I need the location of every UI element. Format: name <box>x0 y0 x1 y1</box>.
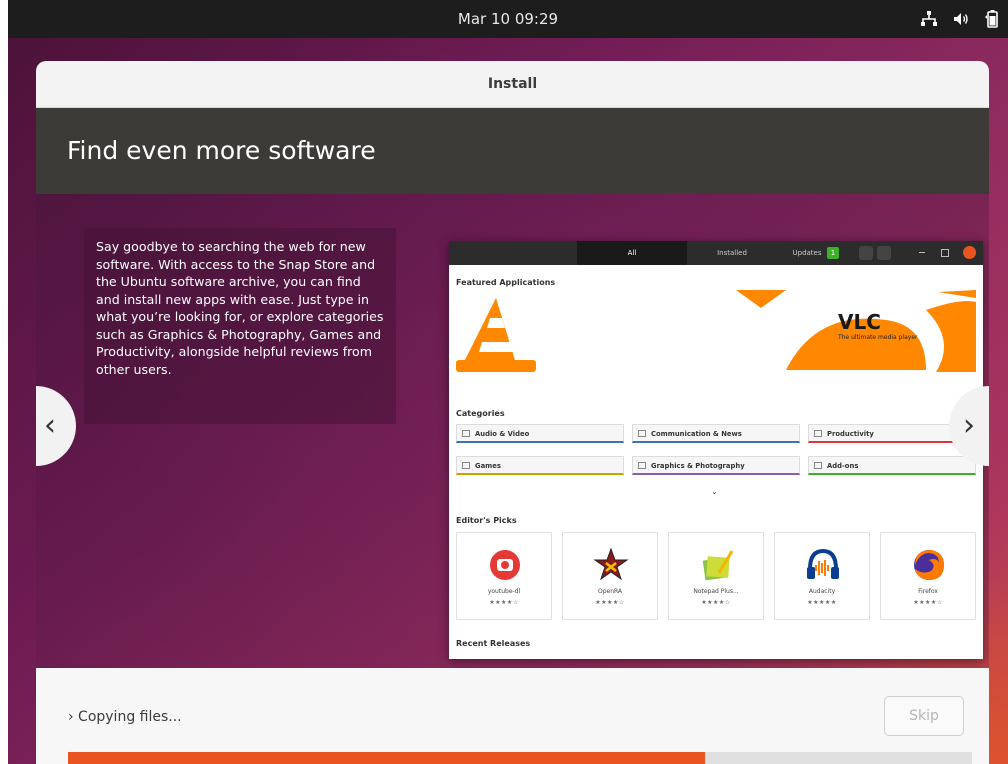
mock-editors-heading: Editor's Picks <box>456 516 517 525</box>
mock-updates-badge: 1 <box>827 247 839 259</box>
top-bar: Mar 10 09:29 <box>8 0 1008 38</box>
progress-panel: › Copying files... Skip <box>36 668 989 764</box>
software-center-screenshot: All Installed Updates 1 Featured Applica… <box>449 241 983 659</box>
mock-expand-icon: ⌄ <box>711 487 718 496</box>
mock-close-icon <box>963 246 976 259</box>
mock-category-games: Games <box>456 456 624 475</box>
mock-categories-heading: Categories <box>456 409 505 418</box>
mock-featured-heading: Featured Applications <box>456 278 556 287</box>
mock-category-audio-video: Audio & Video <box>456 424 624 443</box>
mock-category-graphics: Graphics & Photography <box>632 456 800 475</box>
slide-title: Find even more software <box>67 136 376 165</box>
mock-pick-firefox: Firefox ★★★★☆ <box>880 532 976 620</box>
network-icon[interactable] <box>920 10 938 28</box>
mock-pick-notepad-plus: Notepad Plus... ★★★★☆ <box>668 532 764 620</box>
audacity-icon <box>807 548 839 579</box>
mock-maximize-icon <box>941 249 949 257</box>
battery-icon[interactable] <box>984 9 1000 29</box>
mock-category-communication: Communication & News <box>632 424 800 443</box>
slide-header: Find even more software <box>36 108 989 194</box>
mock-category-addons: Add-ons <box>808 456 976 475</box>
chevron-right-icon: › <box>963 408 975 443</box>
mock-banner-title: VLC <box>838 310 881 334</box>
slide-description-box: Say goodbye to searching the web for new… <box>84 228 396 424</box>
mock-menu-icon <box>877 246 891 260</box>
desktop-background: Mar 10 09:29 Install Find even more soft… <box>8 0 1008 764</box>
mock-pick-audacity: Audacity ★★★★★ <box>774 532 870 620</box>
openra-icon <box>593 547 629 581</box>
clock[interactable]: Mar 10 09:29 <box>8 0 1008 38</box>
chevron-left-icon: ‹ <box>44 408 56 443</box>
mock-search-icon <box>859 246 873 260</box>
volume-icon[interactable] <box>952 10 970 28</box>
slide-description: Say goodbye to searching the web for new… <box>96 239 384 377</box>
previous-slide-button[interactable]: ‹ <box>36 386 76 466</box>
mock-recent-heading: Recent Releases <box>456 639 531 648</box>
mock-headerbar: All Installed Updates 1 <box>449 241 983 265</box>
notepad-plus-icon <box>702 550 734 581</box>
window-title: Install <box>36 61 989 108</box>
mock-vlc-banner: VLC The ultimate media player <box>456 290 976 372</box>
mock-minimize-icon <box>919 252 925 253</box>
status-expander[interactable]: › Copying files... <box>68 709 182 725</box>
mock-banner-subtitle: The ultimate media player <box>838 334 918 341</box>
installer-window: Install Find even more software Say good… <box>36 61 989 764</box>
progress-bar <box>68 752 972 764</box>
mock-pick-youtube-dl: youtube-dl ★★★★☆ <box>456 532 552 620</box>
skip-button[interactable]: Skip <box>884 696 964 736</box>
mock-pick-openra: OpenRA ★★★★☆ <box>562 532 658 620</box>
slideshow: Find even more software Say goodbye to s… <box>36 108 989 668</box>
youtube-dl-icon <box>490 550 520 580</box>
vlc-cone-icon <box>456 290 976 372</box>
progress-fill <box>68 752 706 764</box>
system-tray[interactable] <box>920 9 1000 29</box>
mock-tab-all: All <box>577 241 687 265</box>
firefox-icon <box>914 550 944 580</box>
mock-tab-installed: Installed <box>717 249 747 257</box>
